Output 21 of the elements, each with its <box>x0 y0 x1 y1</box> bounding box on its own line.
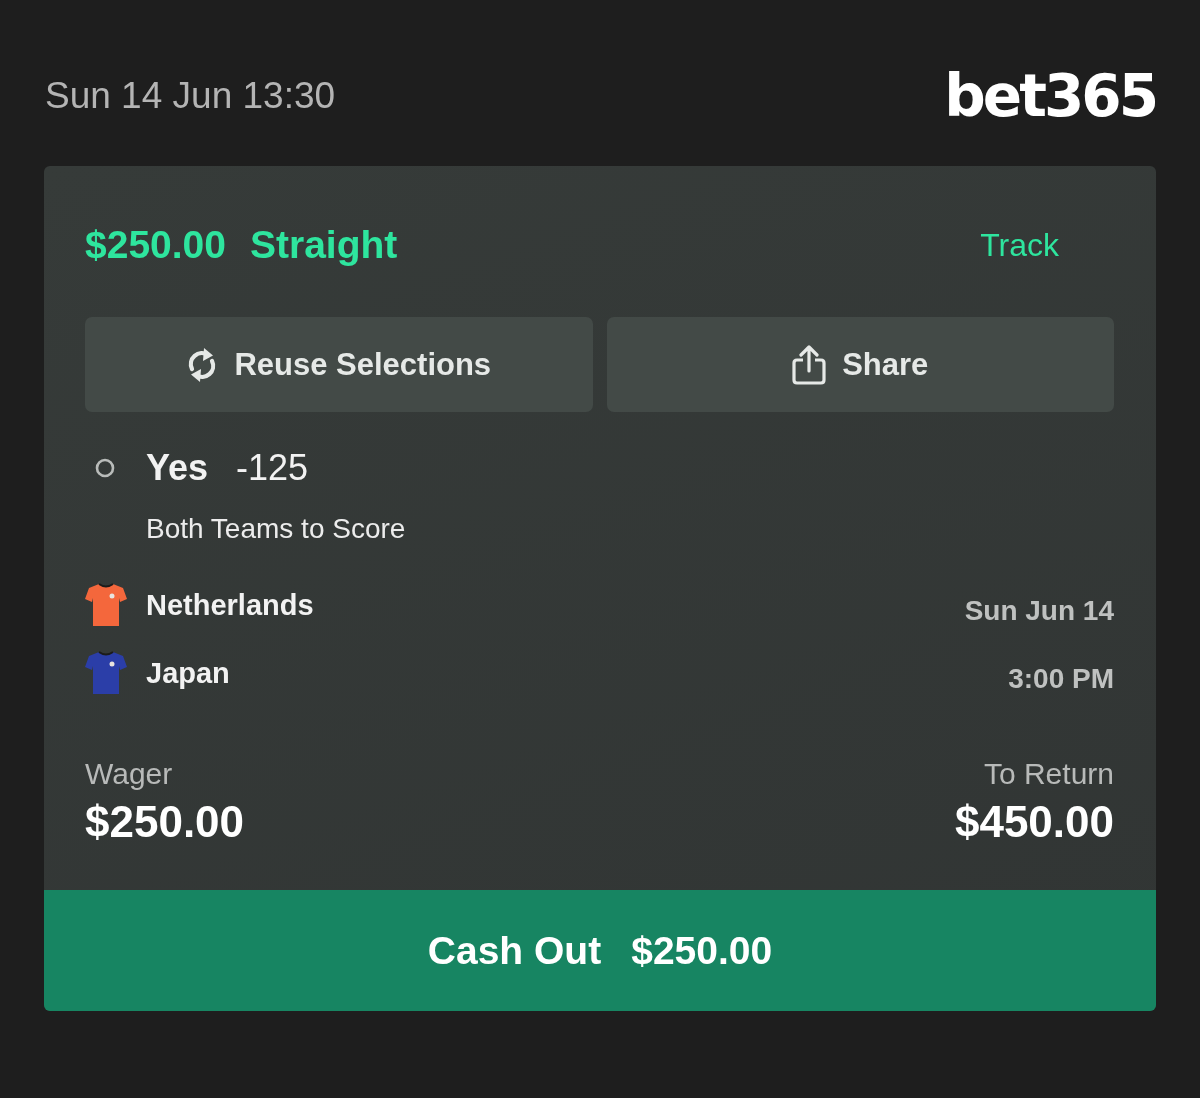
share-button[interactable]: Share <box>606 317 1114 412</box>
circle-icon <box>95 458 115 478</box>
reuse-selections-button[interactable]: Reuse Selections <box>85 317 593 412</box>
match-time: 3:00 PM <box>1008 663 1114 695</box>
wager-label: Wager <box>85 757 174 791</box>
selection-name: Yes <box>146 447 209 489</box>
team-name: Netherlands <box>146 588 314 622</box>
market-text: Both Teams to Score <box>146 512 406 546</box>
logo-text: bet365 <box>944 66 1156 126</box>
return-amount: $450.00 <box>954 797 1114 847</box>
bet-type-text: Straight <box>250 222 398 268</box>
cash-out-button[interactable]: Cash Out $250.00 <box>44 890 1156 1011</box>
match-date: Sun Jun 14 <box>964 595 1114 627</box>
wager-amount: $250.00 <box>85 797 245 847</box>
share-icon <box>792 344 827 385</box>
stake-amount: $250.00 <box>85 222 226 268</box>
team-name: Japan <box>146 656 230 690</box>
odds-text: -125 <box>236 447 309 489</box>
date-time-text: Sun 14 Jun 13:30 <box>45 74 336 118</box>
to-return-label: To Return <box>983 757 1114 791</box>
track-link[interactable]: Track <box>980 225 1059 265</box>
